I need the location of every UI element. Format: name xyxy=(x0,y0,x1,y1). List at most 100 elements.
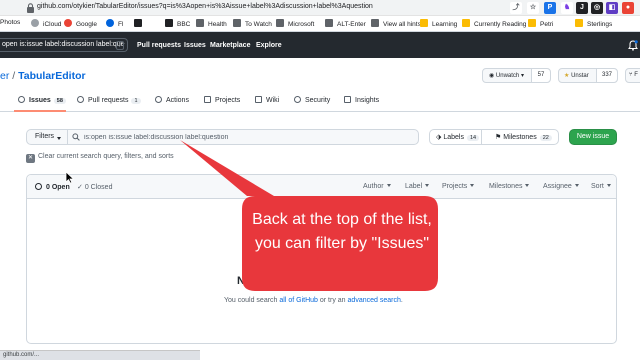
fork-button[interactable]: ⑂ F xyxy=(625,68,640,83)
nav-issues[interactable]: Issues xyxy=(184,42,206,49)
folder-icon xyxy=(575,19,583,27)
pr-count-badge: 1 xyxy=(131,98,141,104)
sort-dropdown[interactable]: Sort xyxy=(591,183,611,190)
bookmark-item[interactable]: Sterlings xyxy=(575,19,612,28)
repo-title-separator: / xyxy=(12,70,16,82)
eye-icon: ◉ xyxy=(489,73,495,79)
labels-button[interactable]: ⬗ Labels 14 xyxy=(429,129,482,145)
chevron-down-icon xyxy=(386,184,391,187)
label-filter[interactable]: Label xyxy=(405,183,430,190)
tab-projects[interactable]: Projects xyxy=(204,96,240,104)
folder-icon xyxy=(462,19,470,27)
url-text[interactable]: github.com/otykier/TabularEditor/issues?… xyxy=(37,3,373,10)
bookmarks-bar: Photos iCloud Google Fl BBC Health To Wa… xyxy=(0,16,640,32)
close-icon: ✕ xyxy=(26,154,35,163)
folder-icon xyxy=(233,19,241,27)
star-count[interactable]: 337 xyxy=(596,69,617,82)
repo-name-link[interactable]: TabularEditor xyxy=(18,70,85,82)
assignee-filter[interactable]: Assignee xyxy=(543,183,579,190)
issues-count-badge: 58 xyxy=(53,98,66,104)
clear-filters-link[interactable]: ✕ Clear current search query, filters, an… xyxy=(26,153,174,163)
extension-icon[interactable]: P xyxy=(544,2,556,14)
bookmark-item[interactable]: Currently Reading xyxy=(462,19,526,28)
bookmark-item[interactable]: To Watch xyxy=(233,19,272,28)
folder-icon xyxy=(528,19,536,27)
nav-pull-requests[interactable]: Pull requests xyxy=(137,42,181,49)
global-search-input[interactable]: open is:issue label:discussion label:que… xyxy=(0,38,128,52)
folder-icon xyxy=(325,19,333,27)
advanced-search-link[interactable]: advanced search xyxy=(348,297,401,304)
chevron-down-icon xyxy=(574,184,579,187)
nav-explore[interactable]: Explore xyxy=(256,42,282,49)
tab-pull-requests[interactable]: Pull requests 1 xyxy=(77,96,141,104)
author-filter[interactable]: Author xyxy=(363,183,391,190)
unstar-button[interactable]: ★ Unstar 337 xyxy=(558,68,618,83)
bookmark-item[interactable]: ALT-Enter xyxy=(325,19,366,28)
graph-icon xyxy=(344,96,351,103)
tiktok-icon xyxy=(134,19,142,27)
active-tab-underline xyxy=(14,110,66,112)
tab-issues[interactable]: Issues 58 xyxy=(18,96,66,104)
open-issues-toggle[interactable]: 0 Open xyxy=(35,183,70,191)
extension-icon[interactable]: J xyxy=(576,2,588,14)
extension-icon[interactable]: ♞ xyxy=(561,2,573,14)
google-icon xyxy=(64,19,72,27)
bookmark-item[interactable]: Petri xyxy=(528,19,553,28)
tab-insights[interactable]: Insights xyxy=(344,96,379,104)
bookmark-item[interactable] xyxy=(134,19,146,28)
bell-icon[interactable] xyxy=(628,40,638,51)
bookmark-item[interactable]: iCloud xyxy=(31,19,61,28)
chevron-down-icon xyxy=(470,184,475,187)
chevron-down-icon: ▾ xyxy=(520,73,524,79)
extension-icon[interactable]: ◧ xyxy=(606,2,618,14)
search-shortcut-key: / xyxy=(116,41,124,50)
bookmark-item[interactable]: Google xyxy=(64,19,97,28)
labels-count: 14 xyxy=(466,135,480,141)
check-icon: ✓ xyxy=(77,184,83,191)
milestone-icon: ⚑ xyxy=(495,134,502,141)
callout-text: Back at the top of the list, you can fil… xyxy=(252,211,432,252)
bookmark-item[interactable]: Microsoft xyxy=(276,19,314,28)
folder-icon xyxy=(196,19,204,27)
bookmark-item[interactable]: Photos xyxy=(0,19,20,26)
milestones-button[interactable]: ⚑ Milestones 22 xyxy=(481,129,559,145)
issues-list-header: 0 Open ✓ 0 Closed Author Label Projects … xyxy=(27,175,616,199)
chevron-down-icon xyxy=(57,137,61,140)
new-issue-button[interactable]: New issue xyxy=(569,129,617,145)
extension-icon[interactable]: ◎ xyxy=(591,2,603,14)
search-icon xyxy=(72,133,80,141)
bookmark-icon xyxy=(31,19,39,27)
bbc-icon xyxy=(165,19,173,27)
tab-actions[interactable]: Actions xyxy=(155,96,189,104)
bookmark-item[interactable]: Learning xyxy=(420,19,457,28)
issue-opened-icon xyxy=(35,183,42,190)
search-all-github-link[interactable]: all of GitHub xyxy=(279,297,318,304)
milestones-count: 22 xyxy=(539,135,552,141)
bookmark-item[interactable]: BBC xyxy=(165,19,190,28)
tab-security[interactable]: Security xyxy=(294,96,330,104)
tab-wiki[interactable]: Wiki xyxy=(255,96,279,104)
browser-address-bar[interactable]: github.com/otykier/TabularEditor/issues?… xyxy=(0,0,640,16)
blank-state-description: You could search all of GitHub or try an… xyxy=(224,297,403,304)
issue-search-input[interactable] xyxy=(67,129,419,145)
bookmark-item[interactable]: Fl xyxy=(106,19,123,28)
closed-issues-toggle[interactable]: ✓ 0 Closed xyxy=(77,183,112,191)
share-icon[interactable]: ⤴ xyxy=(510,2,522,14)
folder-icon xyxy=(420,19,428,27)
star-icon[interactable]: ☆ xyxy=(527,2,539,14)
nav-marketplace[interactable]: Marketplace xyxy=(210,42,250,49)
mouse-cursor-icon xyxy=(65,171,75,184)
shield-icon xyxy=(294,96,301,103)
watch-count[interactable]: 57 xyxy=(531,69,550,82)
projects-filter[interactable]: Projects xyxy=(442,183,475,190)
repo-owner-link[interactable]: er xyxy=(0,70,9,82)
bookmark-item[interactable]: Health xyxy=(196,19,227,28)
milestones-filter[interactable]: Milestones xyxy=(489,183,530,190)
profile-avatar[interactable]: ● xyxy=(622,2,634,14)
unwatch-button[interactable]: ◉ Unwatch ▾ 57 xyxy=(482,68,551,83)
filters-dropdown-button[interactable]: Filters xyxy=(26,129,68,145)
bookmark-item[interactable]: View all hints xyxy=(371,19,421,28)
play-icon xyxy=(155,96,162,103)
app-icon xyxy=(371,19,379,27)
browser-status-bar: github.com/... xyxy=(0,350,200,360)
